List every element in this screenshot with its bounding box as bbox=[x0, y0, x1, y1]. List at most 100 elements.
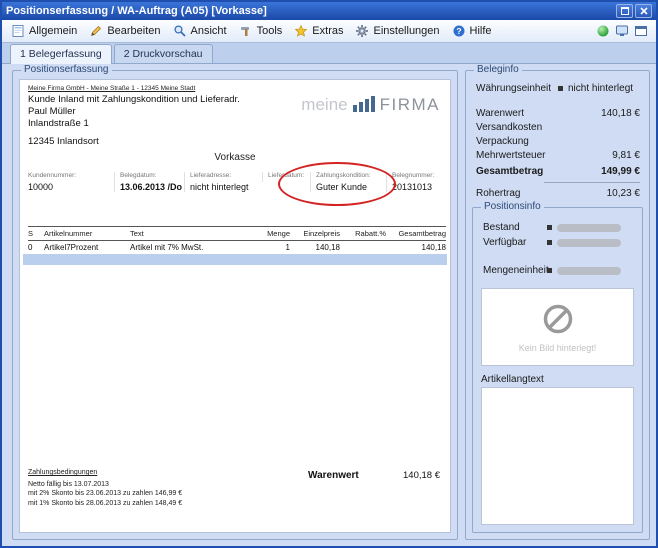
cell-s: 0 bbox=[28, 243, 44, 252]
no-image-icon bbox=[541, 302, 575, 336]
menu-item-extras[interactable]: Extras bbox=[289, 22, 348, 40]
panel-positionserfassung-legend: Positionserfassung bbox=[21, 64, 112, 75]
col-header-rabatt: Rabatt.% bbox=[340, 229, 386, 238]
verpackung-row: Verpackung bbox=[476, 134, 640, 148]
row-label: Gesamtbetrag bbox=[476, 166, 543, 177]
field-lieferadresse: Lieferadresse: nicht hinterlegt bbox=[184, 172, 249, 192]
maximize-button[interactable] bbox=[616, 4, 633, 18]
waehrungseinheit-value: nicht hinterlegt bbox=[568, 83, 633, 94]
tab-belegerfassung[interactable]: 1 Belegerfassung bbox=[10, 44, 112, 64]
company-logo: meine FIRMA bbox=[301, 96, 440, 113]
mengeneinheit-label: Mengeneinheit bbox=[483, 265, 547, 276]
field-label: Kundennummer: bbox=[28, 172, 76, 179]
bestand-row: Bestand bbox=[483, 222, 621, 233]
warenwert-row: Warenwert 140,18 € bbox=[476, 106, 640, 120]
panel-positionserfassung: Positionserfassung Meine Firma GmbH - Me… bbox=[12, 70, 458, 540]
toolbar-status-icons bbox=[596, 24, 652, 38]
title-bar: Positionserfassung / WA-Auftrag (A05) [V… bbox=[2, 2, 656, 20]
recipient-line-3: Inlandstraße 1 bbox=[28, 118, 89, 129]
row-value: 140,18 € bbox=[601, 108, 640, 119]
menu-item-tools[interactable]: Tools bbox=[234, 22, 288, 40]
artikellangtext-input[interactable] bbox=[481, 387, 634, 525]
cell-gesamtbetrag: 140,18 bbox=[386, 243, 446, 252]
app-window: Positionserfassung / WA-Auftrag (A05) [V… bbox=[0, 0, 658, 548]
field-label: Belegdatum: bbox=[120, 172, 182, 179]
form-icon bbox=[11, 24, 25, 38]
menu-label: Allgemein bbox=[29, 25, 77, 37]
recipient-line-2: Paul Müller bbox=[28, 106, 76, 117]
menu-label: Extras bbox=[312, 25, 343, 37]
logo-text-meine: meine bbox=[301, 96, 347, 113]
recipient-line-4: 12345 Inlandsort bbox=[28, 136, 99, 147]
payment-terms-line-1: Netto fällig bis 13.07.2013 bbox=[28, 480, 182, 490]
menu-label: Hilfe bbox=[470, 25, 492, 37]
rohertrag-row: Rohertrag 10,23 € bbox=[476, 186, 640, 200]
svg-text:?: ? bbox=[456, 26, 461, 36]
menu-item-ansicht[interactable]: Ansicht bbox=[168, 22, 232, 40]
waehrungseinheit-row: Währungseinheit nicht hinterlegt bbox=[476, 83, 633, 94]
gesamtbetrag-row: Gesamtbetrag 149,99 € bbox=[476, 164, 640, 178]
menu-label: Bearbeiten bbox=[107, 25, 160, 37]
bestand-value-redacted bbox=[557, 224, 621, 232]
verfuegbar-label: Verfügbar bbox=[483, 237, 547, 248]
bullet-square-icon bbox=[547, 240, 552, 245]
col-header-gesamtbetrag: Gesamtbetrag bbox=[386, 229, 446, 238]
logo-bars-icon bbox=[353, 96, 375, 112]
field-label: Belegnummer: bbox=[392, 172, 434, 179]
panel-positionsinfo: Positionsinfo Bestand Verfügbar Mengenei… bbox=[472, 207, 643, 533]
article-image-placeholder: Kein Bild hinterlegt! bbox=[481, 288, 634, 366]
row-label: Versandkosten bbox=[476, 122, 542, 133]
help-icon: ? bbox=[452, 24, 466, 38]
menu-item-hilfe[interactable]: ? Hilfe bbox=[447, 22, 497, 40]
tab-druckvorschau[interactable]: 2 Druckvorschau bbox=[114, 44, 213, 63]
rohertrag-label: Rohertrag bbox=[476, 188, 520, 199]
cell-menge: 1 bbox=[252, 243, 290, 252]
recipient-line-1: Kunde Inland mit Zahlungskondition und L… bbox=[28, 94, 240, 105]
mehrwertsteuer-row: Mehrwertsteuer 9,81 € bbox=[476, 148, 640, 162]
bullet-square-icon bbox=[547, 268, 552, 273]
window-list-icon[interactable] bbox=[634, 24, 648, 38]
menu-item-bearbeiten[interactable]: Bearbeiten bbox=[84, 22, 165, 40]
cell-einzelpreis: 140,18 bbox=[290, 243, 340, 252]
row-value: 149,99 € bbox=[601, 166, 640, 177]
cell-text: Artikel mit 7% MwSt. bbox=[130, 243, 252, 252]
verfuegbar-value-redacted bbox=[557, 239, 621, 247]
monitor-icon[interactable] bbox=[615, 24, 629, 38]
totals-separator bbox=[544, 182, 640, 183]
field-value: nicht hinterlegt bbox=[190, 182, 249, 192]
panel-positionsinfo-legend: Positionsinfo bbox=[481, 201, 544, 212]
content-area: Positionserfassung Meine Firma GmbH - Me… bbox=[2, 64, 656, 546]
menu-item-allgemein[interactable]: Allgemein bbox=[6, 22, 82, 40]
field-label: Lieferadresse: bbox=[190, 172, 249, 179]
menu-item-einstellungen[interactable]: Einstellungen bbox=[350, 22, 444, 40]
payment-terms-line-2: mit 2% Skonto bis 23.06.2013 zu zahlen 1… bbox=[28, 489, 182, 499]
payment-terms-line-3: mit 1% Skonto bis 28.06.2013 zu zahlen 1… bbox=[28, 499, 182, 509]
menu-label: Einstellungen bbox=[373, 25, 439, 37]
bullet-square-icon bbox=[547, 225, 552, 230]
field-belegdatum: Belegdatum: 13.06.2013 /Do bbox=[114, 172, 182, 192]
rohertrag-value: 10,23 € bbox=[607, 188, 640, 199]
window-title: Positionserfassung / WA-Auftrag (A05) [V… bbox=[6, 5, 267, 17]
panel-beleginfo-legend: Beleginfo bbox=[474, 64, 522, 75]
table-row[interactable]: 0 Artikel7Prozent Artikel mit 7% MwSt. 1… bbox=[28, 241, 446, 254]
panel-beleginfo: Beleginfo Währungseinheit nicht hinterle… bbox=[465, 70, 650, 540]
waehrungseinheit-label: Währungseinheit bbox=[476, 83, 558, 94]
online-status-icon[interactable] bbox=[596, 24, 610, 38]
bullet-square-icon bbox=[558, 86, 563, 91]
row-label: Warenwert bbox=[476, 108, 524, 119]
col-header-artikelnummer: Artikelnummer bbox=[44, 229, 130, 238]
selected-row[interactable] bbox=[23, 254, 447, 265]
logo-text-firma: FIRMA bbox=[380, 96, 440, 113]
versandkosten-row: Versandkosten bbox=[476, 120, 640, 134]
field-value: 13.06.2013 /Do bbox=[120, 182, 182, 192]
table-header-row: S Artikelnummer Text Menge Einzelpreis R… bbox=[28, 226, 446, 241]
menu-bar: Allgemein Bearbeiten Ansicht Tools Extra… bbox=[2, 20, 656, 43]
close-button[interactable] bbox=[635, 4, 652, 18]
no-image-text: Kein Bild hinterlegt! bbox=[519, 343, 597, 353]
artikellangtext-label: Artikellangtext bbox=[481, 374, 544, 385]
row-label: Verpackung bbox=[476, 136, 529, 147]
close-icon bbox=[640, 7, 648, 15]
row-value: 9,81 € bbox=[612, 150, 640, 161]
field-value: 10000 bbox=[28, 182, 76, 192]
col-header-s: S bbox=[28, 229, 44, 238]
